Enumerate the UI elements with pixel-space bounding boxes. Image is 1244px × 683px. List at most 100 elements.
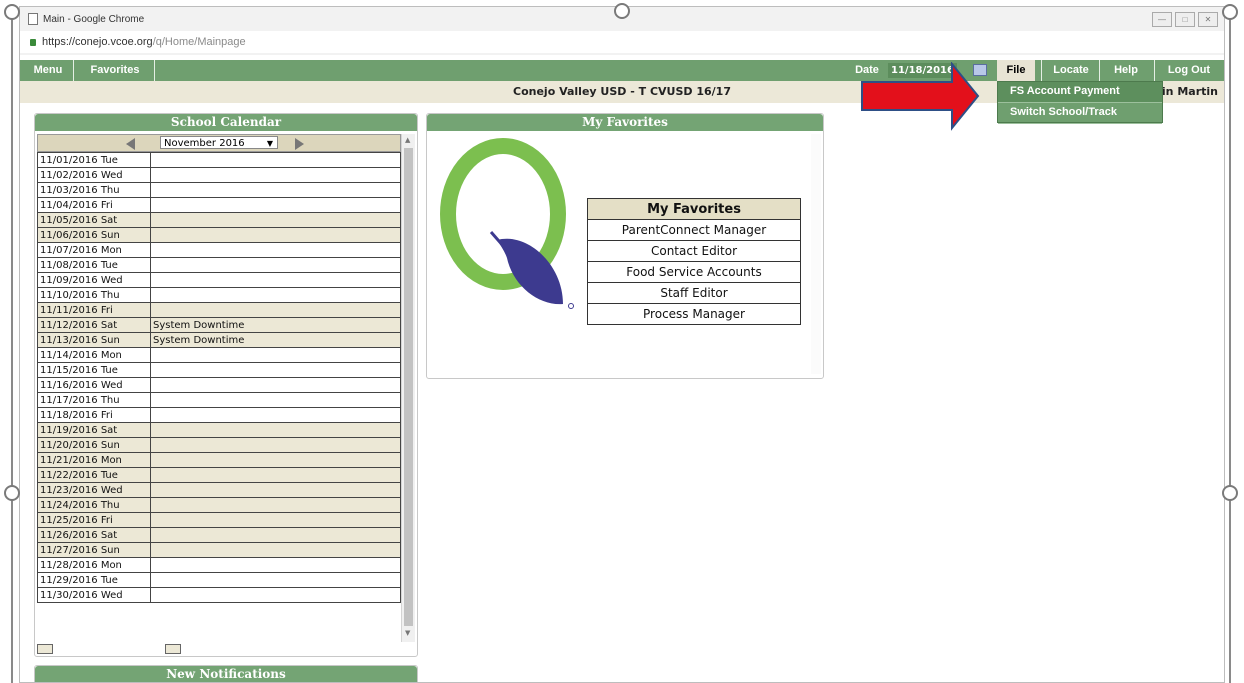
calendar-row[interactable]: 11/16/2016 Wed [37,377,401,393]
calendar-row[interactable]: 11/19/2016 Sat [37,422,401,438]
calendar-row[interactable]: 11/27/2016 Sun [37,542,401,558]
arrow-left-icon[interactable] [126,138,135,150]
calendar-note-cell [150,227,401,243]
calendar-scrollbar[interactable]: ▲ ▼ [401,134,415,642]
calendar-row[interactable]: 11/20/2016 Sun [37,437,401,453]
calendar-row[interactable]: 11/25/2016 Fri [37,512,401,528]
calendar-note-cell [150,437,401,453]
arrow-right-icon[interactable] [295,138,304,150]
switch-school-track-item[interactable]: Switch School/Track [998,103,1162,124]
calendar-row[interactable]: 11/05/2016 Sat [37,212,401,228]
calendar-row[interactable]: 11/30/2016 Wed [37,587,401,603]
file-menu-button[interactable]: File [997,60,1035,81]
address-bar[interactable]: https://conejo.vcoe.org/q/Home/Mainpage [20,31,1224,53]
calendar-date-cell: 11/03/2016 Thu [37,182,151,198]
calendar-row[interactable]: 11/14/2016 Mon [37,347,401,363]
calendar-row[interactable]: 11/11/2016 Fri [37,302,401,318]
calendar-note-cell [150,497,401,513]
fs-account-payment-item[interactable]: FS Account Payment [998,82,1162,103]
calendar-note-cell [150,587,401,603]
resize-handle[interactable] [4,4,20,20]
calendar-date-cell: 11/09/2016 Wed [37,272,151,288]
calendar-row[interactable]: 11/06/2016 Sun [37,227,401,243]
calendar-date-cell: 11/25/2016 Fri [37,512,151,528]
month-select[interactable]: November 2016 ▼ [160,136,278,149]
scrollbar-thumb[interactable] [404,148,413,626]
nav-separator [1154,60,1155,81]
logout-button[interactable]: Log Out [1157,60,1221,81]
calendar-date-cell: 11/16/2016 Wed [37,377,151,393]
minimize-button[interactable]: — [1152,12,1172,27]
favorites-scrollbar[interactable] [811,134,821,374]
favorite-link[interactable]: ParentConnect Manager [587,219,801,241]
file-dropdown-menu: FS Account Payment Switch School/Track [997,81,1163,124]
calendar-row[interactable]: 11/03/2016 Thu [37,182,401,198]
close-button[interactable]: ✕ [1198,12,1218,27]
window-title: Main - Google Chrome [43,13,145,25]
calendar-note-cell [150,377,401,393]
calendar-row[interactable]: 11/23/2016 Wed [37,482,401,498]
calendar-note-cell [150,242,401,258]
calendar-row[interactable]: 11/09/2016 Wed [37,272,401,288]
maximize-button[interactable]: □ [1175,12,1195,27]
page-content: Menu Favorites Date 11/18/2016 File Loca… [20,55,1224,682]
calendar-note-cell [150,362,401,378]
calendar-row[interactable]: 11/13/2016 Sun System Downtime [37,332,401,348]
calendar-note-cell [150,272,401,288]
calendar-row[interactable]: 11/24/2016 Thu [37,497,401,513]
calendar-date-cell: 11/19/2016 Sat [37,422,151,438]
scroll-down-icon[interactable]: ▼ [405,629,410,637]
calendar-row[interactable]: 11/08/2016 Tue [37,257,401,273]
calendar-date-cell: 11/10/2016 Thu [37,287,151,303]
calendar-date-cell: 11/11/2016 Fri [37,302,151,318]
resize-handle[interactable] [614,3,630,19]
notifications-panel-title: New Notifications [35,666,417,682]
calendar-row[interactable]: 11/18/2016 Fri [37,407,401,423]
calendar-row[interactable]: 11/12/2016 Sat System Downtime [37,317,401,333]
nav-separator [1099,60,1100,81]
calendar-date-cell: 11/21/2016 Mon [37,452,151,468]
calendar-note-cell: System Downtime [150,332,401,348]
favorite-link[interactable]: Staff Editor [587,282,801,304]
calendar-row[interactable]: 11/02/2016 Wed [37,167,401,183]
calendar-row[interactable]: 11/28/2016 Mon [37,557,401,573]
nav-separator [154,60,155,81]
locate-menu-button[interactable]: Locate [1044,60,1098,81]
calendar-row[interactable]: 11/07/2016 Mon [37,242,401,258]
calendar-date-cell: 11/18/2016 Fri [37,407,151,423]
calendar-note-cell [150,302,401,318]
calendar-row[interactable]: 11/10/2016 Thu [37,287,401,303]
red-arrow-icon [861,62,980,131]
calendar-row[interactable]: 11/29/2016 Tue [37,572,401,588]
calendar-row[interactable]: 11/17/2016 Thu [37,392,401,408]
url-host: https://conejo.vcoe.org [42,36,153,48]
calendar-row[interactable]: 11/22/2016 Tue [37,467,401,483]
notifications-panel: New Notifications [34,665,418,682]
calendar-row[interactable]: 11/15/2016 Tue [37,362,401,378]
favorites-table: My Favorites ParentConnect Manager Contact… [587,198,801,325]
scroll-up-icon[interactable]: ▲ [405,136,410,144]
calendar-date-cell: 11/24/2016 Thu [37,497,151,513]
calendar-note-cell [150,467,401,483]
favorite-link[interactable]: Food Service Accounts [587,261,801,283]
resize-handle[interactable] [1222,485,1238,501]
calendar-note-cell [150,197,401,213]
resize-handle[interactable] [4,485,20,501]
menu-button[interactable]: Menu [28,60,68,81]
calendar-row[interactable]: 11/21/2016 Mon [37,452,401,468]
calendar-date-cell: 11/13/2016 Sun [37,332,151,348]
help-menu-button[interactable]: Help [1102,60,1150,81]
calendar-row[interactable]: 11/01/2016 Tue [37,152,401,168]
page-icon [28,13,38,25]
calendar-note-cell [150,152,401,168]
calendar-row[interactable]: 11/04/2016 Fri [37,197,401,213]
my-favorites-panel: My Favorites My Favorites ParentConnect M… [426,113,824,379]
calendar-note-cell [150,347,401,363]
favorite-link[interactable]: Process Manager [587,303,801,325]
favorites-button[interactable]: Favorites [80,60,150,81]
resize-handle[interactable] [1222,4,1238,20]
favorite-link[interactable]: Contact Editor [587,240,801,262]
calendar-note-cell [150,287,401,303]
calendar-date-cell: 11/12/2016 Sat [37,317,151,333]
calendar-row[interactable]: 11/26/2016 Sat [37,527,401,543]
